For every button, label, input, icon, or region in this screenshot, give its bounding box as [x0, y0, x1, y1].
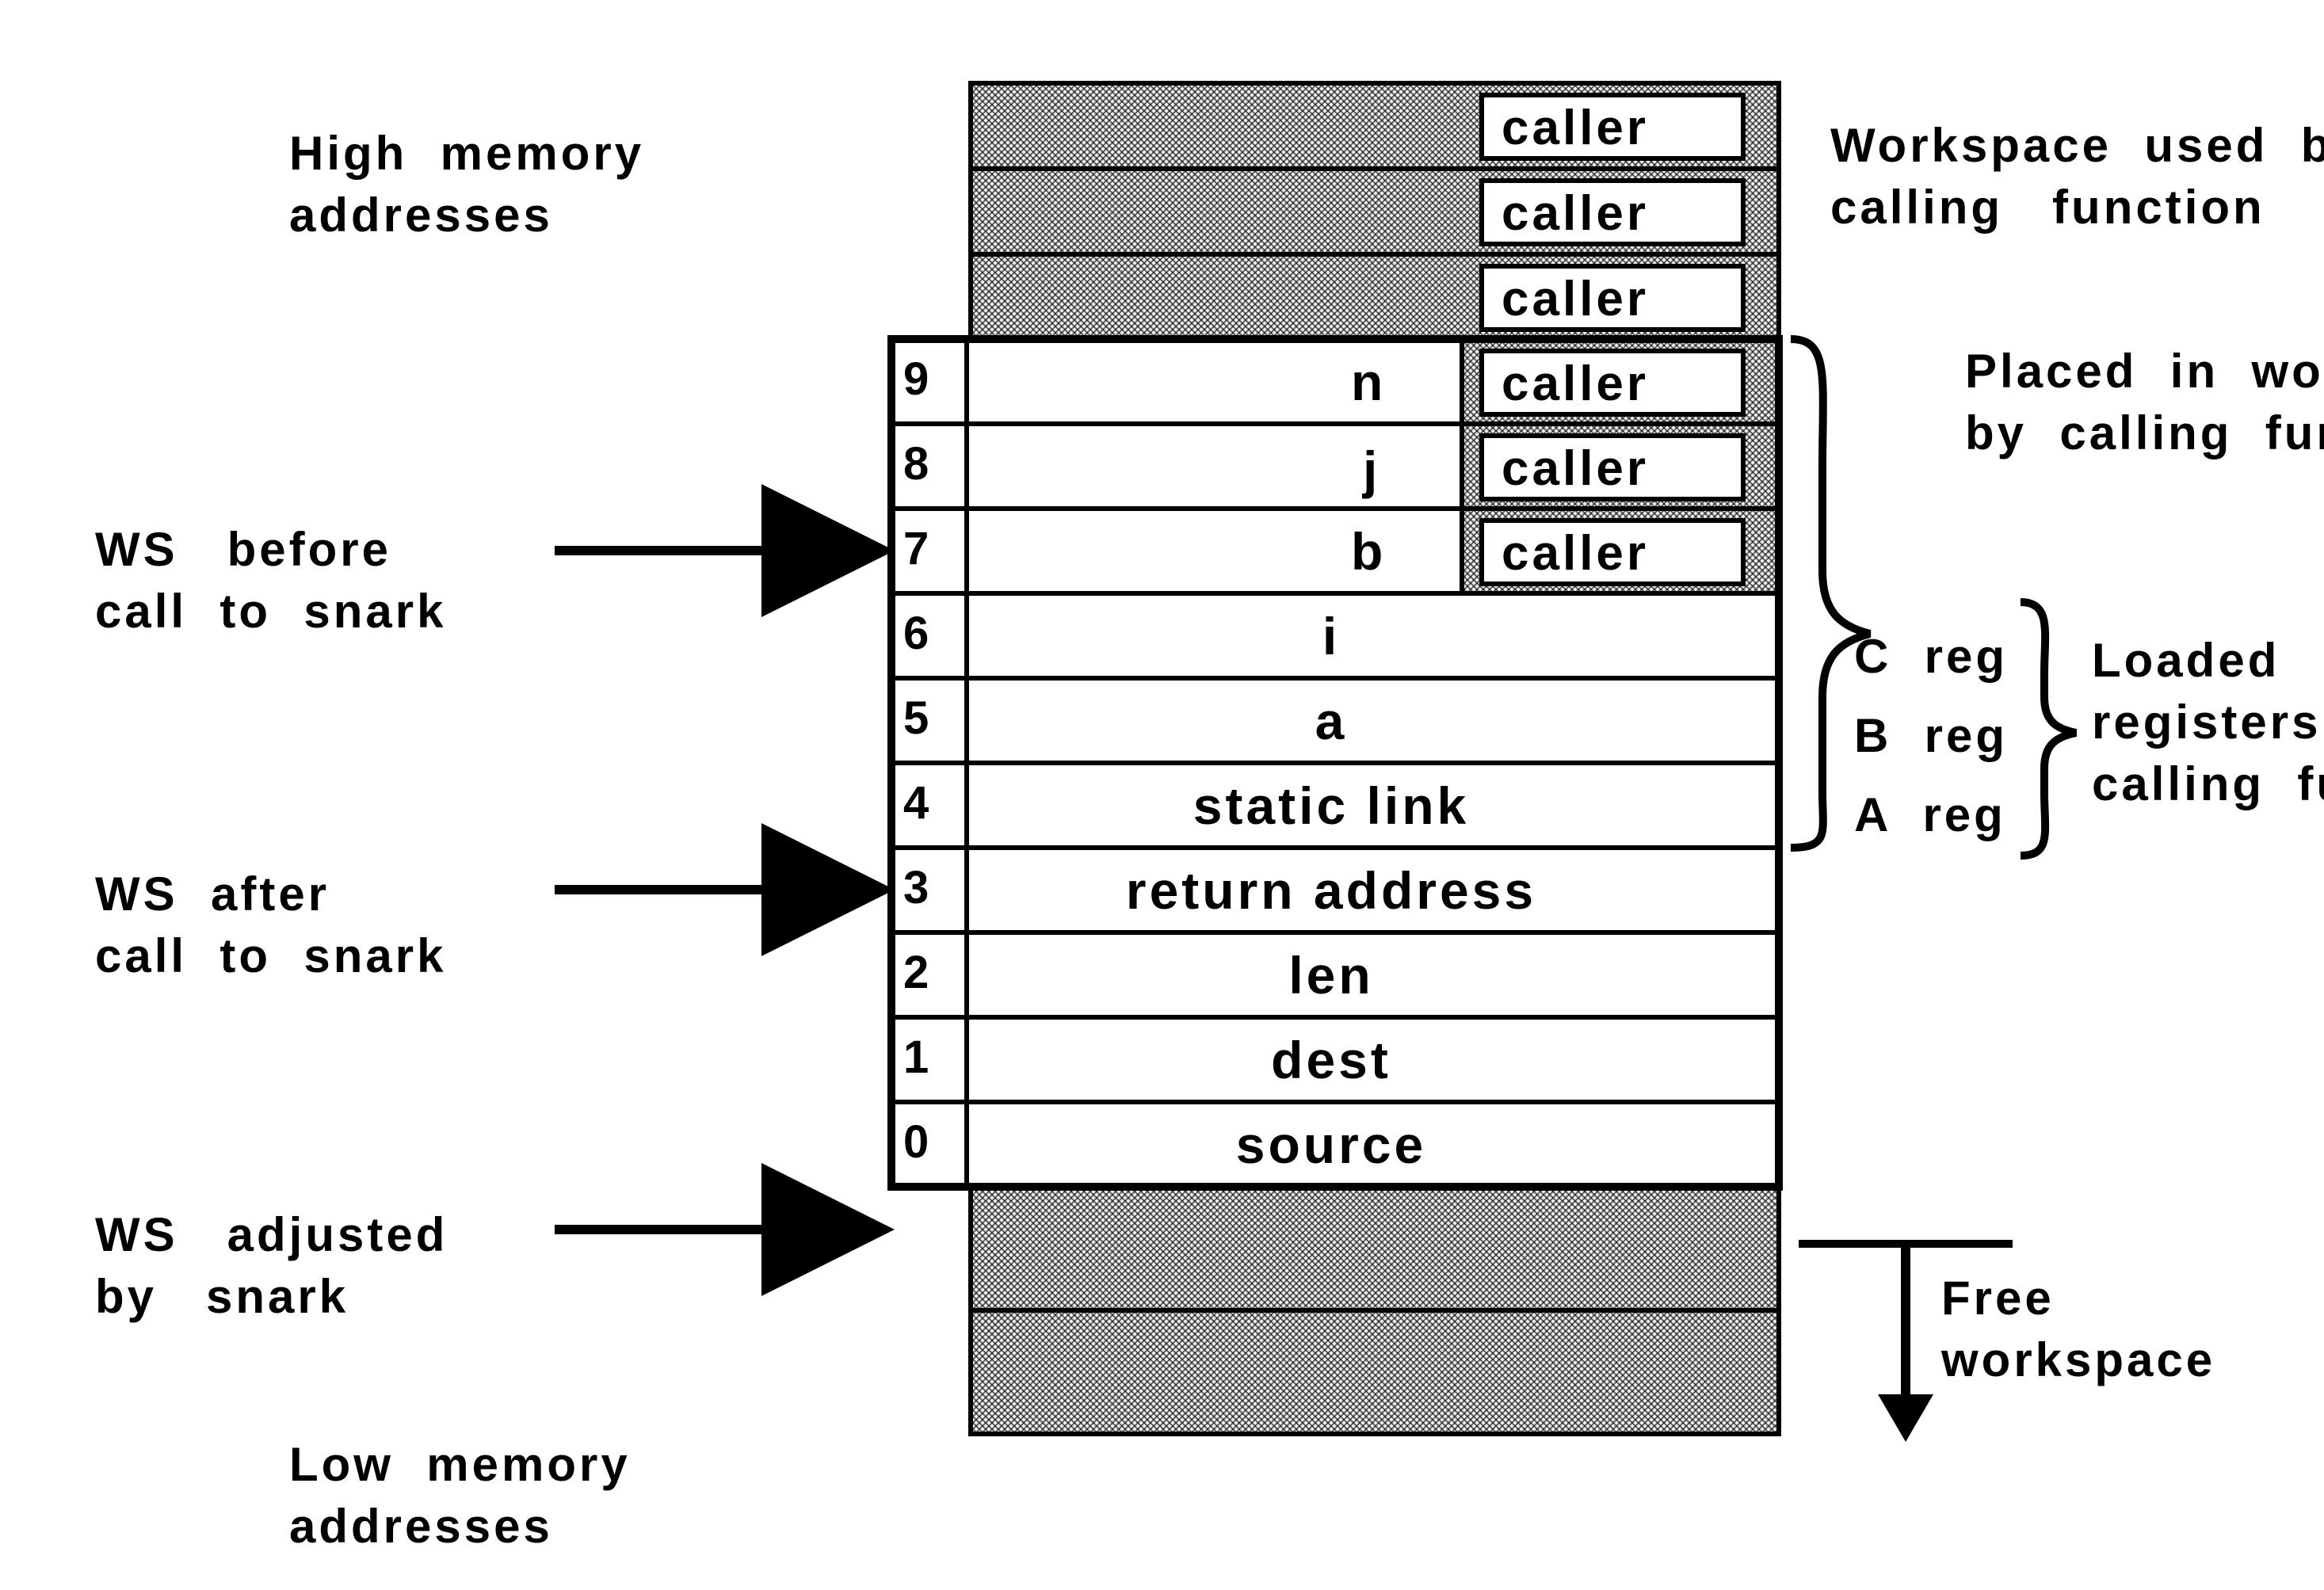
svg-text:source: source	[1236, 1115, 1426, 1174]
svg-text:0: 0	[903, 1116, 932, 1168]
svg-text:b: b	[1351, 522, 1386, 581]
svg-text:5: 5	[903, 692, 932, 744]
svg-text:7: 7	[903, 523, 932, 574]
svg-text:caller: caller	[1502, 357, 1649, 411]
svg-text:n: n	[1351, 353, 1386, 411]
svg-text:j: j	[1361, 440, 1380, 499]
stack-row-8: 8 j caller	[891, 424, 1779, 509]
brace-regs	[2021, 602, 2076, 856]
stack-row-0: 0 source	[891, 1102, 1779, 1187]
svg-text:2: 2	[903, 947, 932, 998]
svg-text:6: 6	[903, 608, 932, 659]
svg-text:caller: caller	[1502, 186, 1649, 241]
stack-row-4: 4 static link	[891, 763, 1779, 848]
svg-text:caller: caller	[1502, 441, 1649, 496]
stack-row-5: 5 a	[891, 678, 1779, 763]
svg-text:dest: dest	[1271, 1031, 1391, 1089]
stack-row-9: 9 n caller	[891, 339, 1779, 424]
stack-row-3: 3 return address	[891, 848, 1779, 932]
svg-text:return address: return address	[1126, 861, 1536, 920]
svg-text:caller: caller	[1502, 272, 1649, 326]
svg-text:len: len	[1288, 946, 1373, 1005]
svg-text:caller: caller	[1502, 101, 1649, 155]
caller-top-1: caller	[1482, 181, 1743, 244]
stack-row-2: 2 len	[891, 932, 1779, 1017]
svg-text:i: i	[1322, 607, 1340, 665]
stack-svg: caller caller caller 9 n caller	[0, 0, 2324, 1590]
brace-placed	[1791, 339, 1870, 848]
stack-row-7: 7 b caller	[891, 509, 1779, 593]
svg-text:8: 8	[903, 438, 932, 490]
svg-text:3: 3	[903, 862, 932, 913]
svg-text:caller: caller	[1502, 526, 1649, 581]
svg-text:9: 9	[903, 353, 932, 405]
svg-text:1: 1	[903, 1031, 932, 1083]
caller-top-0: caller	[1482, 95, 1743, 158]
stack-row-1: 1 dest	[891, 1017, 1779, 1102]
workspace-stack-diagram: High memory addresses WS before call to …	[0, 0, 2324, 1590]
svg-text:4: 4	[903, 777, 932, 829]
caller-top-2: caller	[1482, 266, 1743, 330]
svg-text:a: a	[1315, 692, 1348, 750]
stack-row-6: 6 i	[891, 593, 1779, 678]
arrow-free-workspace	[1799, 1244, 2013, 1442]
svg-text:static link: static link	[1193, 776, 1469, 835]
